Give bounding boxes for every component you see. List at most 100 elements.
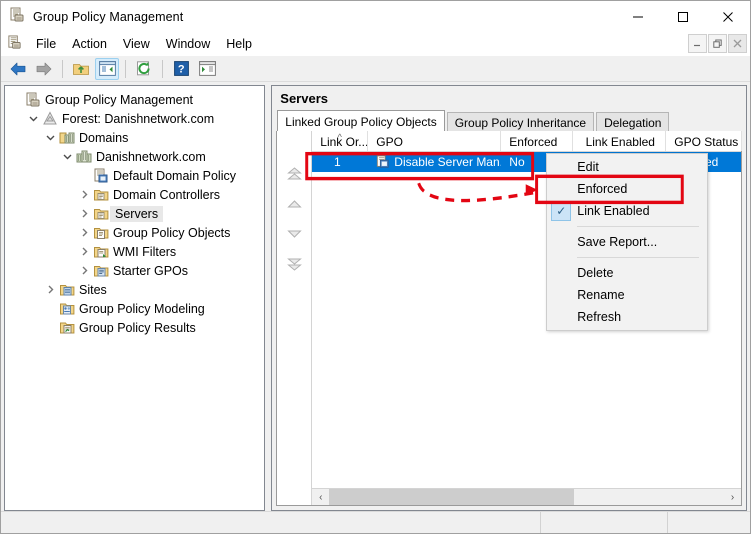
tree-node-group-policy-modeling[interactable]: Group Policy Modeling bbox=[5, 299, 264, 318]
forest-icon bbox=[41, 110, 59, 127]
chevron-down-icon[interactable] bbox=[26, 113, 41, 124]
menu-window[interactable]: Window bbox=[158, 33, 218, 55]
title-bar: Group Policy Management bbox=[1, 1, 750, 32]
move-link-to-top-button[interactable] bbox=[285, 167, 303, 181]
context-menu-item-label: Link Enabled bbox=[577, 204, 650, 218]
tree-node-domain-controllers[interactable]: Domain Controllers bbox=[5, 185, 264, 204]
status-segment-1 bbox=[1, 512, 541, 533]
domains-icon bbox=[58, 130, 76, 146]
tree-node-servers[interactable]: Servers bbox=[5, 204, 264, 223]
tab-group-policy-inheritance[interactable]: Group Policy Inheritance bbox=[446, 112, 595, 131]
up-one-level-button[interactable] bbox=[69, 58, 93, 80]
mdi-close-button[interactable] bbox=[728, 34, 747, 53]
tree-node-label: Starter GPOs bbox=[113, 263, 189, 278]
checkmark-icon: ✓ bbox=[547, 201, 575, 221]
column-header-label: GPO Status bbox=[674, 135, 739, 149]
show-hide-action-pane-button[interactable] bbox=[195, 58, 219, 80]
horizontal-scrollbar[interactable]: ‹ › bbox=[312, 488, 741, 505]
tree-node-group-policy-results[interactable]: Group Policy Results bbox=[5, 318, 264, 337]
context-menu-item-rename[interactable]: Rename bbox=[547, 284, 707, 306]
move-link-up-button[interactable] bbox=[285, 197, 303, 211]
chevron-right-icon[interactable] bbox=[77, 227, 92, 238]
checkmark-glyph: ✓ bbox=[551, 201, 572, 221]
column-header-label: Link Or... bbox=[320, 135, 369, 149]
help-button[interactable]: ? bbox=[169, 58, 193, 80]
column-header-link-or[interactable]: ^ Link Or... bbox=[312, 131, 369, 151]
context-menu-item-save-report[interactable]: Save Report... bbox=[547, 231, 707, 253]
cell-text: 1 bbox=[333, 155, 341, 169]
show-hide-console-tree-button[interactable] bbox=[95, 57, 119, 80]
menu-action[interactable]: Action bbox=[64, 33, 115, 55]
column-header-enforced[interactable]: Enforced bbox=[501, 131, 574, 151]
tree-node-domains[interactable]: Domains bbox=[5, 128, 264, 147]
context-menu-item-enforced[interactable]: Enforced bbox=[547, 178, 707, 200]
chevron-right-icon[interactable] bbox=[77, 265, 92, 276]
tab-page-linked-gpos: ^ Link Or... GPO Enforced Link Enabled GPO St… bbox=[276, 130, 743, 506]
folder-gpo-icon bbox=[92, 225, 110, 241]
context-menu-item-delete[interactable]: Delete bbox=[547, 262, 707, 284]
scrollbar-track[interactable] bbox=[329, 489, 724, 505]
scroll-right-arrow-icon[interactable]: › bbox=[724, 489, 741, 505]
wmi-filter-icon bbox=[92, 244, 110, 260]
tree-node-sites[interactable]: Sites bbox=[5, 280, 264, 299]
menu-separator bbox=[577, 257, 700, 258]
mdi-minimize-button[interactable] bbox=[688, 34, 707, 53]
tree-node-label: Group Policy Modeling bbox=[79, 301, 205, 316]
mdi-restore-button[interactable] bbox=[708, 34, 727, 53]
column-header-label: Enforced bbox=[509, 135, 558, 149]
status-segment-2 bbox=[541, 512, 668, 533]
domain-icon bbox=[75, 149, 93, 165]
status-bar bbox=[1, 511, 750, 533]
console-tree-pane: Group Policy Management Forest: Danishne… bbox=[4, 85, 266, 511]
column-header-link-enabled[interactable]: Link Enabled bbox=[573, 131, 667, 151]
chevron-right-icon[interactable] bbox=[77, 189, 92, 200]
tree-node-group-policy-management[interactable]: Group Policy Management bbox=[5, 90, 264, 109]
tree-node-danishnetwork-com[interactable]: Danishnetwork.com bbox=[5, 147, 264, 166]
sort-ascending-icon: ^ bbox=[337, 132, 342, 142]
mdi-document-icon bbox=[7, 34, 22, 53]
tree-node-wmi-filters[interactable]: WMI Filters bbox=[5, 242, 264, 261]
tree-node-label: Group Policy Management bbox=[45, 92, 193, 107]
scrollbar-thumb[interactable] bbox=[329, 489, 574, 505]
starter-gpo-icon bbox=[92, 263, 110, 279]
move-link-down-button[interactable] bbox=[285, 227, 303, 241]
context-menu-item-edit[interactable]: Edit bbox=[547, 156, 707, 178]
chevron-right-icon[interactable] bbox=[77, 246, 92, 257]
sites-icon bbox=[58, 282, 76, 298]
tree-node-group-policy-objects[interactable]: Group Policy Objects bbox=[5, 223, 264, 242]
tree-node-label: Domains bbox=[79, 130, 129, 145]
close-button[interactable] bbox=[705, 1, 750, 32]
menu-file[interactable]: File bbox=[28, 33, 64, 55]
scroll-left-arrow-icon[interactable]: ‹ bbox=[312, 489, 329, 505]
context-menu-item-label: Rename bbox=[577, 288, 625, 302]
tree-node-starter-gpos[interactable]: Starter GPOs bbox=[5, 261, 264, 280]
back-button[interactable] bbox=[6, 58, 30, 80]
context-menu-item-link-enabled[interactable]: ✓ Link Enabled bbox=[547, 200, 707, 222]
cell-gpo: Disable Server Man... bbox=[368, 152, 501, 172]
listview-header: ^ Link Or... GPO Enforced Link Enabled GPO St… bbox=[312, 131, 743, 152]
refresh-button[interactable] bbox=[132, 58, 156, 80]
forward-button[interactable] bbox=[32, 58, 56, 80]
move-link-to-bottom-button[interactable] bbox=[285, 257, 303, 271]
column-header-gpo-status[interactable]: GPO Status bbox=[666, 131, 743, 151]
cell-link-order: 1 bbox=[312, 152, 368, 172]
results-icon bbox=[58, 320, 76, 336]
context-menu-item-label: Enforced bbox=[577, 182, 628, 196]
tree-node-default-domain-policy[interactable]: Default Domain Policy bbox=[5, 166, 264, 185]
chevron-down-icon[interactable] bbox=[43, 132, 58, 143]
chevron-down-icon[interactable] bbox=[60, 151, 75, 162]
tab-linked-group-policy-objects[interactable]: Linked Group Policy Objects bbox=[277, 110, 445, 131]
tree-node-label: Domain Controllers bbox=[113, 187, 220, 202]
column-header-gpo[interactable]: GPO bbox=[368, 131, 502, 151]
context-menu-item-refresh[interactable]: Refresh bbox=[547, 306, 707, 328]
context-menu-item-label: Refresh bbox=[577, 310, 622, 324]
chevron-right-icon[interactable] bbox=[77, 208, 92, 219]
menu-view[interactable]: View bbox=[115, 33, 158, 55]
maximize-button[interactable] bbox=[660, 1, 705, 32]
tree-node-forest-danishnetwork-com[interactable]: Forest: Danishnetwork.com bbox=[5, 109, 264, 128]
chevron-right-icon[interactable] bbox=[43, 284, 58, 295]
tab-delegation[interactable]: Delegation bbox=[596, 112, 670, 131]
tree-node-label: Danishnetwork.com bbox=[96, 149, 206, 164]
menu-help[interactable]: Help bbox=[218, 33, 260, 55]
minimize-button[interactable] bbox=[615, 1, 660, 32]
